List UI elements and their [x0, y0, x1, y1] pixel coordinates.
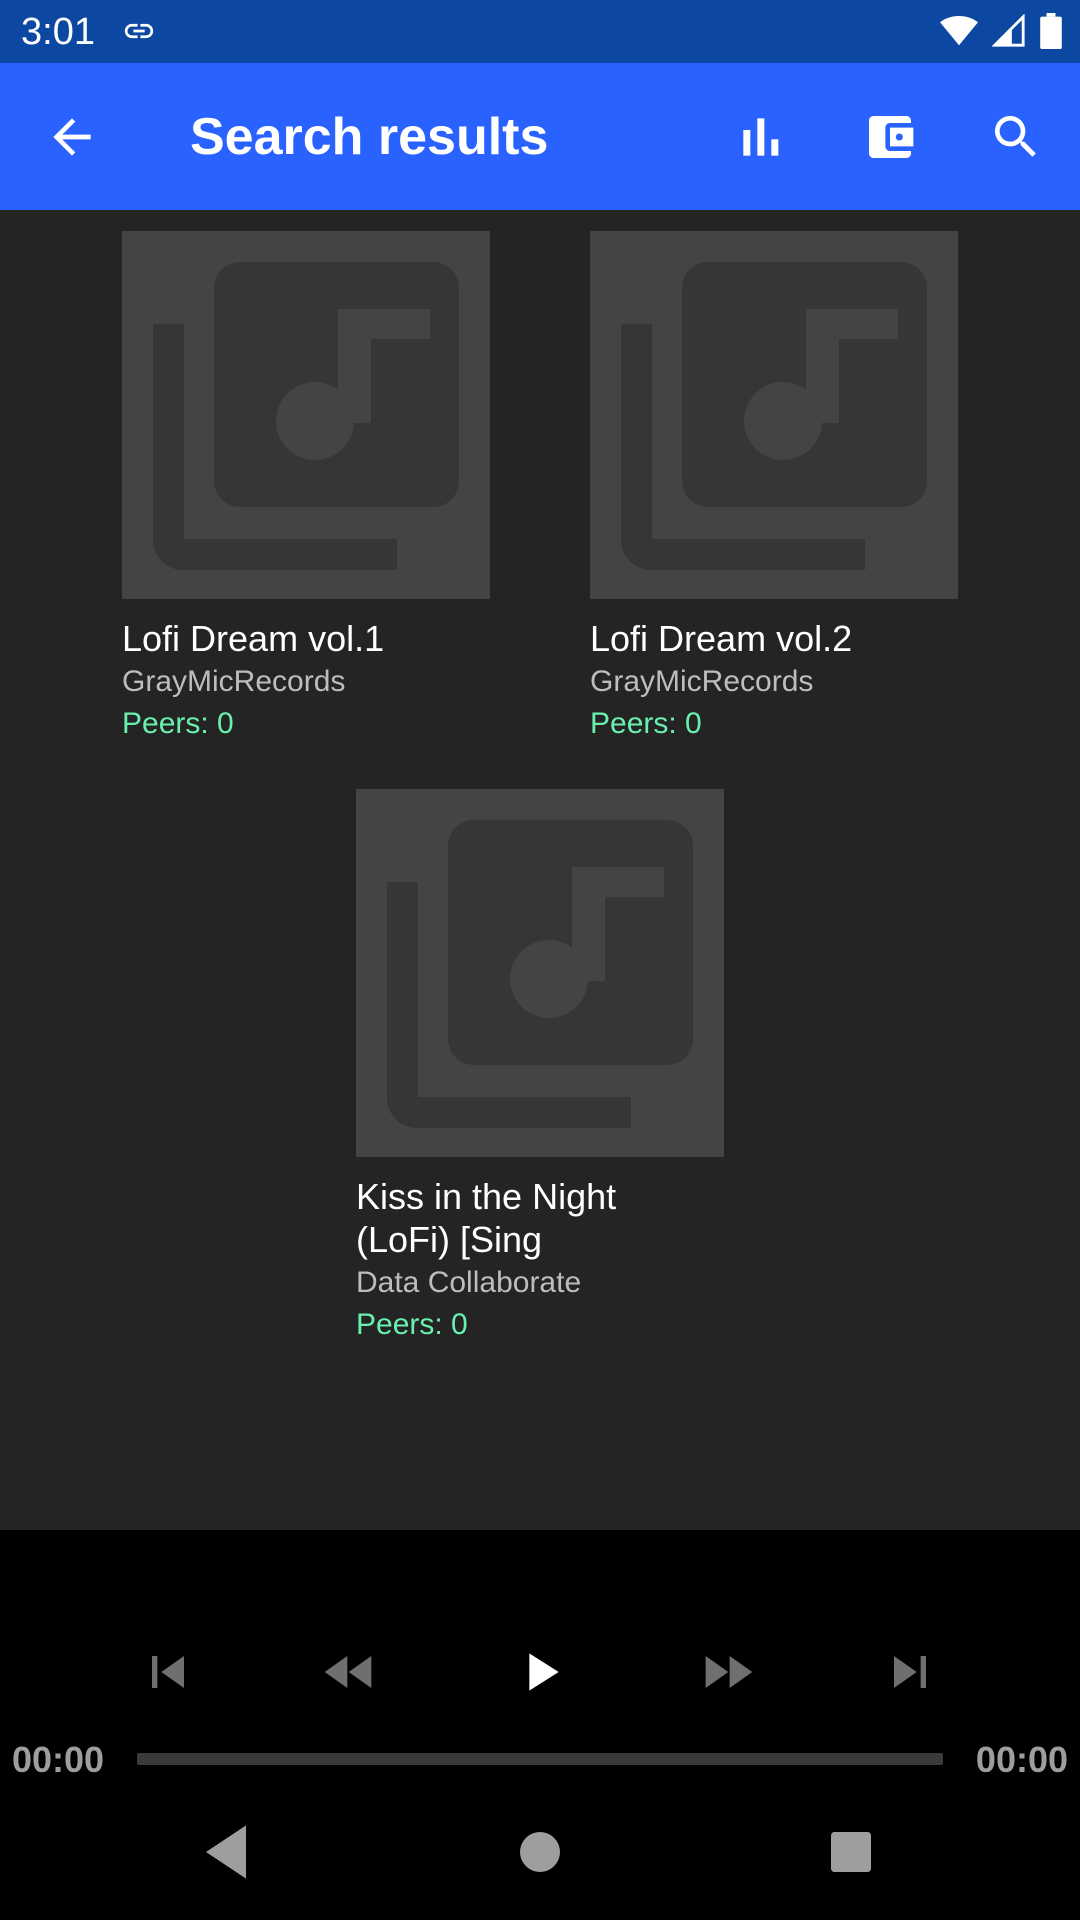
- wifi-icon: [940, 15, 978, 46]
- search-results-grid: Lofi Dream vol.1 GrayMicRecords Peers: 0…: [0, 210, 1080, 1530]
- play-icon[interactable]: [508, 1640, 572, 1704]
- status-bar: 3:01: [0, 0, 1080, 63]
- search-icon[interactable]: [988, 109, 1044, 165]
- equalizer-icon[interactable]: [734, 109, 790, 165]
- album-placeholder-icon: [356, 789, 724, 1157]
- rewind-icon[interactable]: [318, 1640, 382, 1704]
- elapsed-time: 00:00: [12, 1739, 105, 1780]
- system-nav-bar: [0, 1777, 1080, 1920]
- result-peers: Peers: 0: [356, 1308, 468, 1341]
- nav-recents-icon[interactable]: [811, 1812, 891, 1892]
- seek-bar[interactable]: [137, 1753, 943, 1765]
- result-title: Lofi Dream vol.2: [590, 618, 853, 659]
- result-title-line2: (LoFi) [Sing: [356, 1219, 543, 1260]
- media-player: 00:00 00:00: [0, 1530, 1080, 1780]
- result-artist: GrayMicRecords: [122, 665, 346, 698]
- result-title: Lofi Dream vol.1: [122, 618, 385, 659]
- fast-forward-icon[interactable]: [695, 1640, 759, 1704]
- skip-next-icon[interactable]: [878, 1640, 942, 1704]
- signal-icon: [992, 14, 1025, 47]
- result-title-line1: Kiss in the Night: [356, 1176, 617, 1217]
- page-title: Search results: [190, 108, 549, 166]
- result-title: Kiss in the Night (LoFi) [Sing: [356, 1175, 724, 1261]
- back-arrow-icon[interactable]: [44, 109, 100, 165]
- wallet-icon[interactable]: [862, 109, 918, 165]
- album-placeholder-icon: [122, 231, 490, 599]
- result-peers: Peers: 0: [590, 707, 702, 740]
- total-time: 00:00: [975, 1739, 1068, 1780]
- result-artist: Data Collaborate: [356, 1266, 582, 1299]
- status-time: 3:01: [21, 11, 95, 53]
- nav-back-icon[interactable]: [186, 1812, 266, 1892]
- result-card[interactable]: Kiss in the Night (LoFi) [Sing Data Coll…: [356, 789, 724, 1344]
- result-card[interactable]: Lofi Dream vol.2 GrayMicRecords Peers: 0: [590, 231, 958, 743]
- result-card[interactable]: Lofi Dream vol.1 GrayMicRecords Peers: 0: [122, 231, 490, 743]
- app-bar: Search results: [0, 63, 1080, 210]
- result-peers: Peers: 0: [122, 707, 234, 740]
- result-artist: GrayMicRecords: [590, 665, 814, 698]
- link-icon: [124, 23, 154, 39]
- nav-home-icon[interactable]: [500, 1812, 580, 1892]
- skip-previous-icon[interactable]: [136, 1640, 200, 1704]
- battery-icon: [1040, 13, 1062, 49]
- album-placeholder-icon: [590, 231, 958, 599]
